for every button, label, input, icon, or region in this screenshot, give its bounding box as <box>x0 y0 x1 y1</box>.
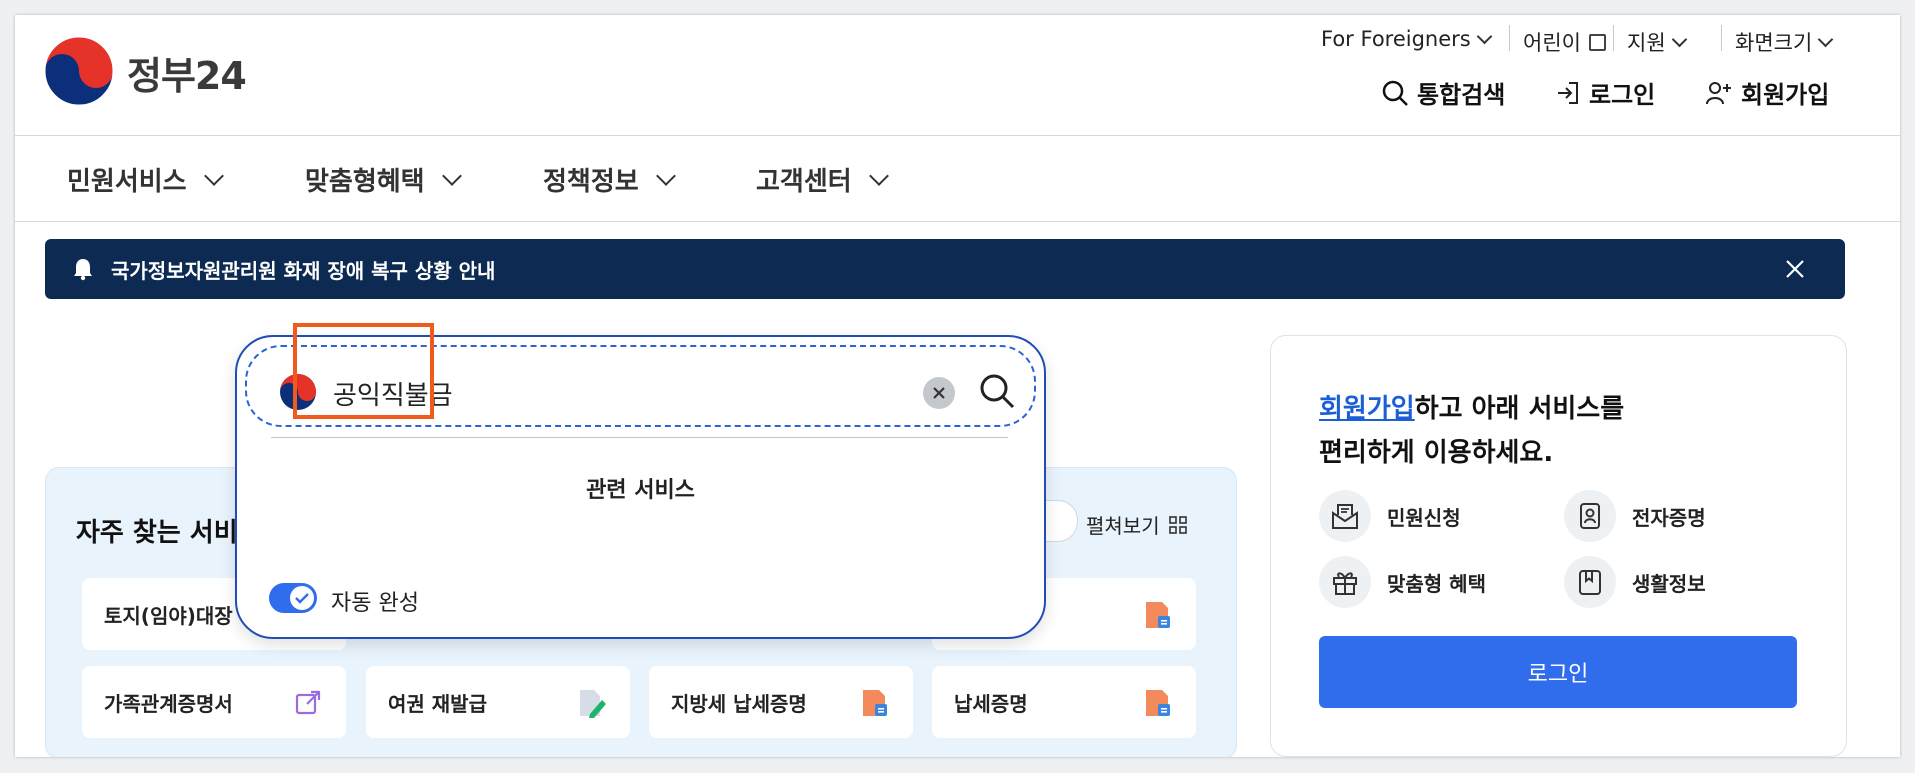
nav-item-policy-info[interactable]: 정책정보 <box>543 161 676 198</box>
gift-icon <box>1333 572 1357 595</box>
divider <box>1613 25 1614 51</box>
login-link[interactable]: 로그인 <box>1555 75 1655 110</box>
nav-item-customer-center[interactable]: 고객센터 <box>756 161 889 198</box>
service-civil-application[interactable]: 민원신청 <box>1319 490 1461 542</box>
region-menu[interactable]: 지원 <box>1627 27 1687 57</box>
integrated-search-button[interactable]: 통합검색 <box>1381 75 1505 110</box>
id-card-icon <box>1580 503 1600 529</box>
search-input[interactable] <box>333 373 833 413</box>
pdf-icon <box>1146 690 1170 716</box>
pdf-icon <box>1146 602 1170 628</box>
signup-prompt-line2: 편리하게 이용하세요. <box>1319 438 1554 468</box>
nav-divider <box>15 221 1900 222</box>
chevron-down-icon <box>441 165 462 186</box>
close-icon <box>933 387 945 399</box>
service-life-info[interactable]: 생활정보 <box>1564 556 1706 608</box>
check-icon <box>295 593 309 604</box>
search-icon[interactable] <box>977 371 1017 411</box>
autocomplete-toggle[interactable] <box>269 583 317 613</box>
browser-page: 정부24 For Foreigners 어린이 지원 화면크기 통합검색 로그인… <box>15 15 1900 757</box>
service-card-local-tax-certificate[interactable]: 지방세 납세증명 <box>649 666 913 738</box>
login-icon <box>1558 81 1578 104</box>
search-popup: 관련 서비스 자동 완성 <box>235 335 1046 639</box>
signup-prompt: 회원가입하고 아래 서비스를 <box>1319 394 1625 424</box>
external-link-icon <box>1588 33 1606 51</box>
divider <box>1721 25 1722 51</box>
government-logo-icon <box>280 374 316 410</box>
mail-document-icon <box>1332 504 1358 529</box>
signup-link-inline[interactable]: 회원가입 <box>1319 394 1415 424</box>
logo-text[interactable]: 정부24 <box>127 45 247 100</box>
bookmark-icon <box>1579 570 1601 595</box>
chevron-down-icon <box>868 165 889 186</box>
service-custom-benefits[interactable]: 맞춤형 혜택 <box>1319 556 1486 608</box>
login-panel: 회원가입하고 아래 서비스를 편리하게 이용하세요. 민원신청 전자증명 맞춤형… <box>1270 335 1847 757</box>
header-divider <box>15 135 1900 136</box>
login-button[interactable]: 로그인 <box>1319 636 1797 708</box>
chevron-down-icon <box>1476 28 1493 44</box>
close-icon[interactable] <box>1783 257 1807 281</box>
chevron-down-icon <box>655 165 676 186</box>
edit-document-icon <box>580 690 606 718</box>
autocomplete-label: 자동 완성 <box>331 591 419 616</box>
kids-link[interactable]: 어린이 <box>1523 27 1606 57</box>
service-card-tax-certificate[interactable]: 납세증명 <box>932 666 1196 738</box>
clear-search-button[interactable] <box>923 377 955 409</box>
add-user-icon <box>1706 81 1731 104</box>
notice-banner[interactable]: 국가정보자원관리원 화재 장애 복구 상황 안내 <box>45 239 1845 299</box>
nav-item-custom-benefits[interactable]: 맞춤형혜택 <box>305 161 462 198</box>
toggle-knob <box>290 586 314 610</box>
signup-link[interactable]: 회원가입 <box>1705 75 1829 110</box>
chevron-down-icon <box>1671 31 1687 47</box>
notice-text: 국가정보자원관리원 화재 장애 복구 상황 안내 <box>111 258 496 283</box>
related-services-title: 관련 서비스 <box>586 478 695 503</box>
service-electronic-certificate[interactable]: 전자증명 <box>1564 490 1706 542</box>
chevron-down-icon <box>1818 31 1834 47</box>
nav-item-civil-service[interactable]: 민원서비스 <box>67 161 224 198</box>
section-title: 자주 찾는 서비 <box>76 518 238 548</box>
bell-icon <box>74 259 92 281</box>
external-link-icon <box>295 690 321 715</box>
popup-divider <box>271 437 1008 438</box>
pdf-icon <box>863 690 887 716</box>
divider <box>1509 25 1510 51</box>
for-foreigners-menu[interactable]: For Foreigners <box>1321 27 1493 51</box>
chevron-down-icon <box>203 165 224 186</box>
search-box[interactable] <box>245 345 1036 427</box>
service-card-passport-reissue[interactable]: 여권 재발급 <box>366 666 630 738</box>
search-icon <box>1382 80 1408 106</box>
service-card-family-certificate[interactable]: 가족관계증명서 <box>82 666 346 738</box>
grid-icon <box>1168 515 1187 534</box>
government-logo-icon[interactable] <box>43 35 115 107</box>
spread-button[interactable]: 펼쳐보기 <box>1086 510 1188 539</box>
screen-size-menu[interactable]: 화면크기 <box>1735 27 1834 57</box>
